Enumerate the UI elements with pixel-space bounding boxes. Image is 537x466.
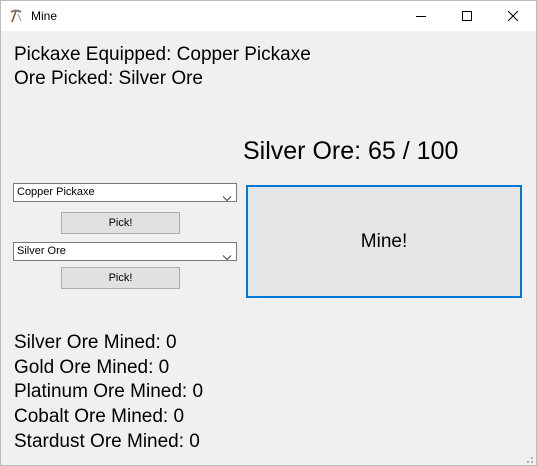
chevron-down-icon <box>222 248 232 261</box>
maximize-button[interactable] <box>444 1 490 31</box>
minimize-button[interactable] <box>398 1 444 31</box>
resize-grip-icon[interactable] <box>522 451 534 463</box>
pickaxe-icon <box>9 9 23 23</box>
pick-ore-button[interactable]: Pick! <box>61 267 180 289</box>
title-bar[interactable]: Mine <box>1 1 536 31</box>
silver-ore-mined-label: Silver Ore Mined: 0 <box>14 332 177 353</box>
platinum-ore-mined-label: Platinum Ore Mined: 0 <box>14 381 204 402</box>
cobalt-ore-mined-label: Cobalt Ore Mined: 0 <box>14 406 185 427</box>
ore-dropdown[interactable]: Silver Ore <box>13 242 237 261</box>
ore-dropdown-value: Silver Ore <box>17 245 66 257</box>
chevron-down-icon <box>222 189 232 202</box>
window-title: Mine <box>31 9 58 23</box>
window-client-area: Pickaxe Equipped: Copper Pickaxe Ore Pic… <box>1 31 536 465</box>
pickaxe-equipped-label: Pickaxe Equipped: Copper Pickaxe <box>14 44 311 65</box>
stardust-ore-mined-label: Stardust Ore Mined: 0 <box>14 431 200 452</box>
mine-button[interactable]: Mine! <box>246 185 522 298</box>
pickaxe-dropdown[interactable]: Copper Pickaxe <box>13 183 237 202</box>
ore-picked-label: Ore Picked: Silver Ore <box>14 68 203 89</box>
close-icon <box>508 11 518 21</box>
mine-window: Mine Pickaxe Equipped: Copper Pickaxe Or… <box>0 0 537 466</box>
pick-pickaxe-button[interactable]: Pick! <box>61 212 180 234</box>
maximize-icon <box>462 11 472 21</box>
minimize-icon <box>416 11 426 21</box>
close-button[interactable] <box>490 1 536 31</box>
gold-ore-mined-label: Gold Ore Mined: 0 <box>14 357 170 378</box>
ore-progress-label: Silver Ore: 65 / 100 <box>243 137 459 165</box>
pickaxe-dropdown-value: Copper Pickaxe <box>17 186 95 198</box>
